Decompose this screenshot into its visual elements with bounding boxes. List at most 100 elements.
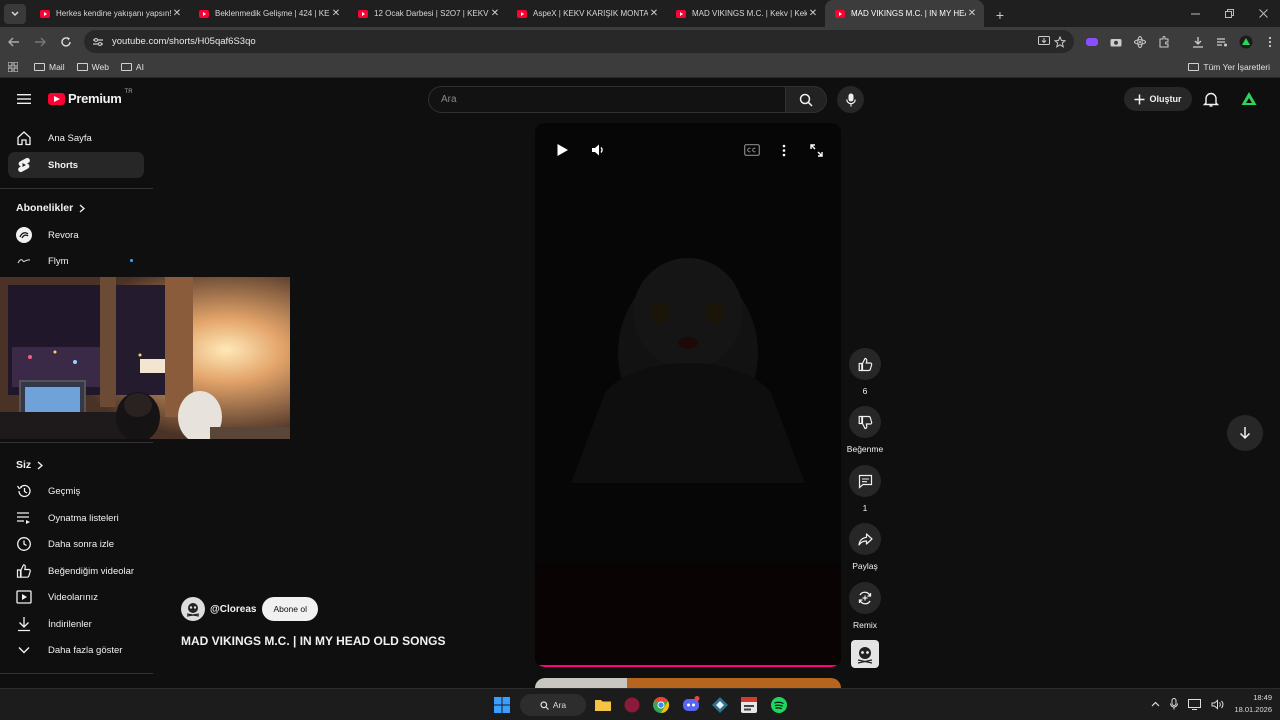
share-icon <box>857 532 873 546</box>
taskbar-clock[interactable]: 18:49 18.01.2026 <box>1234 692 1272 716</box>
next-short-button[interactable] <box>1227 415 1263 451</box>
sidebar-item-home[interactable]: Ana Sayfa <box>8 125 144 151</box>
volume-button[interactable] <box>589 141 607 159</box>
discord-icon[interactable] <box>682 696 700 714</box>
video-progress-bar[interactable] <box>535 665 841 667</box>
extensions-puzzle-icon[interactable] <box>1154 32 1174 52</box>
sidebar-item-label: Videolarınız <box>48 591 98 603</box>
app-icon[interactable] <box>711 696 729 714</box>
sidebar-item-label: Daha fazla göster <box>48 644 123 656</box>
skull-avatar-icon <box>857 647 873 664</box>
chrome-icon[interactable] <box>652 696 670 714</box>
browser-tab[interactable]: 12 Ocak Darbesi | S2O7 | KEKV ✕ <box>348 0 507 27</box>
browser-tab[interactable]: Beklenmedik Gelişme | 424 | KEKV ✕ <box>189 0 348 27</box>
like-button[interactable] <box>849 348 881 380</box>
subscriptions-heading[interactable]: Abonelikler <box>16 202 86 214</box>
folder-icon <box>34 62 45 71</box>
account-avatar[interactable] <box>1240 90 1258 108</box>
captions-button[interactable] <box>743 141 761 159</box>
history-icon <box>16 483 32 499</box>
youtube-premium-logo[interactable]: Premium TR <box>48 89 133 106</box>
search-input[interactable]: Ara <box>428 86 786 113</box>
spotify-icon[interactable] <box>770 696 788 714</box>
sidebar-item-flym[interactable]: Flym <box>8 248 144 274</box>
browser-tab[interactable]: MAD VIKINGS M.C. | Kekv | Kekv ✕ <box>666 0 825 27</box>
browser-tab-active[interactable]: MAD VIKINGS M.C. | IN MY HEAD ✕ <box>825 0 984 27</box>
browser-menu-icon[interactable] <box>1260 32 1280 52</box>
voice-search-button[interactable] <box>837 86 864 113</box>
bookmark-folder-mail[interactable]: Mail <box>34 62 65 72</box>
apps-grid-icon[interactable] <box>8 61 18 72</box>
bookmark-folder-web[interactable]: Web <box>76 62 109 72</box>
app-icon[interactable] <box>623 696 641 714</box>
search-button[interactable] <box>786 86 827 113</box>
tab-close-icon[interactable]: ✕ <box>489 8 501 19</box>
close-window-icon[interactable] <box>1246 0 1280 27</box>
chevron-up-icon[interactable] <box>1151 701 1160 707</box>
bookmark-folder-ai[interactable]: AI <box>120 62 144 72</box>
bookmark-star-icon[interactable] <box>1054 35 1066 48</box>
video-title[interactable]: MAD VIKINGS M.C. | IN MY HEAD OLD SONGS <box>181 634 446 648</box>
create-button[interactable]: Oluştur <box>1124 87 1192 111</box>
remix-label: Remix <box>852 620 878 630</box>
sound-source-thumbnail[interactable] <box>851 640 879 668</box>
more-options-button[interactable] <box>775 141 793 159</box>
browser-tab[interactable]: Herkes kendine yakışanı yapsın! ✕ <box>30 0 189 27</box>
dislike-button[interactable] <box>849 406 881 438</box>
address-bar[interactable]: youtube.com/shorts/H05qaf6S3qo <box>84 30 1074 53</box>
start-button[interactable] <box>493 696 511 714</box>
liked-icon <box>16 563 32 579</box>
sidebar-item-your-videos[interactable]: Videolarınız <box>8 584 144 610</box>
share-button[interactable] <box>849 523 881 555</box>
comments-button[interactable] <box>849 465 881 497</box>
notifications-bell-icon[interactable] <box>1202 90 1220 108</box>
tab-search-button[interactable] <box>4 4 26 24</box>
install-app-icon[interactable] <box>1038 35 1050 46</box>
sidebar-item-revora[interactable]: Revora <box>8 222 144 248</box>
back-button[interactable] <box>2 30 26 54</box>
sidebar-item-playlists[interactable]: Oynatma listeleri <box>8 505 144 531</box>
you-heading[interactable]: Siz <box>16 459 44 471</box>
extension-icon[interactable] <box>1082 32 1102 52</box>
new-tab-button[interactable]: + <box>988 3 1012 27</box>
reload-button[interactable] <box>54 30 78 54</box>
forward-button[interactable] <box>28 30 52 54</box>
camera-extension-icon[interactable] <box>1106 32 1126 52</box>
tab-close-icon[interactable]: ✕ <box>648 8 660 19</box>
tab-close-icon[interactable]: ✕ <box>966 8 978 19</box>
fullscreen-button[interactable] <box>807 141 825 159</box>
sidebar-item-shorts[interactable]: Shorts <box>8 152 144 178</box>
channel-handle[interactable]: @Cloreas <box>210 604 256 615</box>
menu-icon[interactable] <box>14 91 34 107</box>
network-icon[interactable] <box>1188 698 1202 710</box>
sidebar-item-show-more[interactable]: Daha fazla göster <box>8 637 144 663</box>
taskbar-search[interactable]: Ara <box>520 694 586 716</box>
sidebar-item-watch-later[interactable]: Daha sonra izle <box>8 531 144 557</box>
volume-icon[interactable] <box>1211 698 1224 710</box>
site-settings-icon[interactable] <box>92 37 104 47</box>
sidebar-item-liked-videos[interactable]: Beğendiğim videolar <box>8 558 144 584</box>
profile-avatar-icon[interactable] <box>1236 32 1256 52</box>
download-icon[interactable] <box>1188 32 1208 52</box>
channel-avatar[interactable] <box>181 597 205 621</box>
tab-close-icon[interactable]: ✕ <box>807 8 819 19</box>
sidebar-item-downloads[interactable]: İndirilenler <box>8 611 144 637</box>
browser-tab[interactable]: AspeX | KEKV KARIŞIK MONTAJ BÖLÜM ✕ <box>507 0 666 27</box>
react-extension-icon[interactable] <box>1130 32 1150 52</box>
app-icon[interactable] <box>740 696 758 714</box>
media-control-icon[interactable] <box>1212 32 1232 52</box>
subscribe-button[interactable]: Abone ol <box>262 597 318 621</box>
next-short-preview[interactable] <box>535 678 841 688</box>
shorts-video-player[interactable] <box>535 123 841 667</box>
remix-button[interactable] <box>849 582 881 614</box>
tab-close-icon[interactable]: ✕ <box>330 8 342 19</box>
all-bookmarks-button[interactable]: Tüm Yer İşaretleri <box>1188 62 1270 72</box>
restore-icon[interactable] <box>1212 0 1246 27</box>
tab-close-icon[interactable]: ✕ <box>171 8 183 19</box>
bookmark-label: Mail <box>49 61 65 72</box>
play-button[interactable] <box>553 141 571 159</box>
microphone-icon[interactable] <box>1170 698 1179 710</box>
sidebar-item-history[interactable]: Geçmiş <box>8 478 144 504</box>
file-explorer-icon[interactable] <box>594 696 612 714</box>
minimize-icon[interactable] <box>1178 0 1212 27</box>
